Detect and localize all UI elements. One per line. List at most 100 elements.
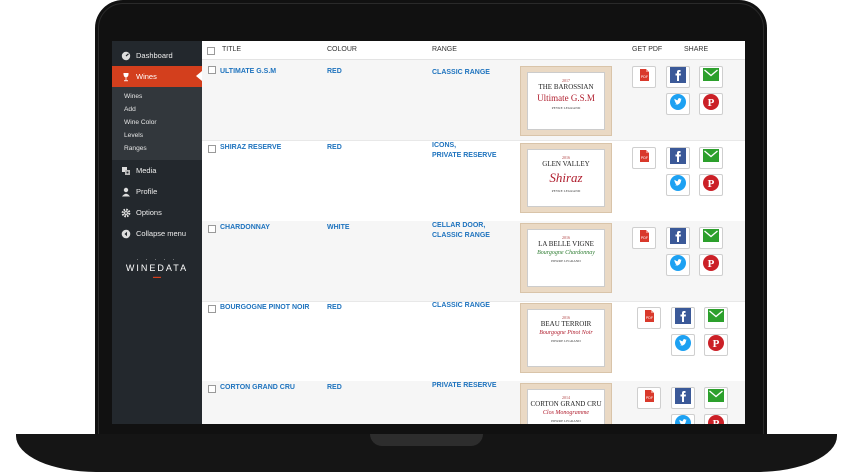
- media-icon: [120, 165, 131, 176]
- svg-text:P: P: [708, 178, 715, 190]
- label-brand: BEAU TERROIR: [540, 320, 592, 328]
- sidebar-item-options[interactable]: Options: [112, 202, 202, 223]
- email-share-button[interactable]: [699, 66, 723, 88]
- column-header-colour[interactable]: COLOUR: [327, 46, 357, 53]
- twitter-share-button[interactable]: [666, 174, 690, 196]
- wine-colour[interactable]: RED: [327, 68, 342, 75]
- column-header-get-pdf: GET PDF: [632, 46, 663, 53]
- svg-text:PDF: PDF: [641, 236, 649, 240]
- facebook-share-button[interactable]: [671, 387, 695, 409]
- twitter-icon: [675, 414, 691, 424]
- wine-colour[interactable]: RED: [327, 304, 342, 311]
- select-all-checkbox[interactable]: [207, 47, 215, 55]
- wines-submenu: Wines Add Wine Color Levels Ranges: [112, 87, 202, 160]
- sidebar-item-collapse[interactable]: Collapse menu: [112, 223, 202, 244]
- wine-colour[interactable]: RED: [327, 144, 342, 151]
- facebook-icon: [675, 387, 691, 409]
- facebook-share-button[interactable]: [666, 227, 690, 249]
- range-link[interactable]: PRIVATE RESERVE: [432, 381, 497, 391]
- wine-colour[interactable]: RED: [327, 384, 342, 391]
- email-share-button[interactable]: [704, 387, 728, 409]
- wine-title-link[interactable]: SHIRAZ RESERVE: [220, 144, 281, 151]
- row-checkbox[interactable]: [208, 385, 216, 393]
- row-checkbox[interactable]: [208, 225, 216, 233]
- pdf-button[interactable]: PDF: [637, 307, 661, 329]
- twitter-share-button[interactable]: [671, 414, 695, 424]
- pinterest-share-button[interactable]: P: [699, 174, 723, 196]
- table-row: ULTIMATE G.S.M RED CLASSIC RANGE 2017 TH…: [202, 60, 745, 141]
- dashboard-icon: [120, 50, 131, 61]
- email-share-button[interactable]: [699, 147, 723, 169]
- wine-range: CLASSIC RANGE: [432, 68, 490, 78]
- range-link[interactable]: CLASSIC RANGE: [432, 68, 490, 78]
- twitter-icon: [670, 254, 686, 276]
- email-share-button[interactable]: [704, 307, 728, 329]
- pdf-icon: PDF: [642, 389, 656, 408]
- email-share-button[interactable]: [699, 227, 723, 249]
- range-link[interactable]: CELLAR DOOR,: [432, 221, 490, 231]
- range-link[interactable]: CLASSIC RANGE: [432, 231, 490, 241]
- pinterest-share-button[interactable]: P: [704, 334, 728, 356]
- twitter-share-button[interactable]: [666, 93, 690, 115]
- pinterest-share-button[interactable]: P: [699, 254, 723, 276]
- label-brand: GLEN VALLEY: [542, 160, 590, 168]
- pdf-button[interactable]: PDF: [632, 227, 656, 249]
- table-row: SHIRAZ RESERVE RED ICONS, PRIVATE RESERV…: [202, 141, 745, 222]
- wine-label-image[interactable]: 2016 LA BELLE VIGNE Bourgogne Chardonnay…: [520, 223, 612, 293]
- submenu-item-add[interactable]: Add: [112, 103, 202, 116]
- pinterest-share-button[interactable]: P: [704, 414, 728, 424]
- row-checkbox[interactable]: [208, 66, 216, 74]
- sidebar-item-label: Options: [136, 208, 162, 217]
- wine-label-image[interactable]: 2014 CORTON GRAND CRU Clos Monogramme PI…: [520, 383, 612, 424]
- sidebar-item-profile[interactable]: Profile: [112, 181, 202, 202]
- collapse-icon: [120, 228, 131, 239]
- pdf-button[interactable]: PDF: [637, 387, 661, 409]
- wine-colour[interactable]: WHITE: [327, 224, 350, 231]
- label-wine-name: Shiraz: [549, 170, 583, 185]
- submenu-item-wine-color[interactable]: Wine Color: [112, 116, 202, 129]
- email-icon: [708, 389, 724, 407]
- wine-label-image[interactable]: 2016 GLEN VALLEY Shiraz PEYRE LEGRAND: [520, 143, 612, 213]
- label-producer: PEYRE LEGRAND: [551, 106, 581, 110]
- wine-title-link[interactable]: CHARDONNAY: [220, 224, 270, 231]
- email-icon: [703, 229, 719, 247]
- pdf-icon: PDF: [642, 309, 656, 328]
- range-link[interactable]: PRIVATE RESERVE: [432, 151, 497, 161]
- facebook-share-button[interactable]: [666, 147, 690, 169]
- range-link[interactable]: CLASSIC RANGE: [432, 301, 490, 311]
- pdf-button[interactable]: PDF: [632, 147, 656, 169]
- wine-title-link[interactable]: CORTON GRAND CRU: [220, 384, 295, 391]
- twitter-share-button[interactable]: [666, 254, 690, 276]
- row-checkbox[interactable]: [208, 305, 216, 313]
- submenu-item-wines[interactable]: Wines: [112, 90, 202, 103]
- table-row: CORTON GRAND CRU RED PRIVATE RESERVE 201…: [202, 381, 745, 424]
- wine-title-link[interactable]: BOURGOGNE PINOT NOIR: [220, 304, 309, 311]
- range-link[interactable]: ICONS,: [432, 141, 497, 151]
- submenu-item-levels[interactable]: Levels: [112, 129, 202, 142]
- twitter-share-button[interactable]: [671, 334, 695, 356]
- row-checkbox[interactable]: [208, 145, 216, 153]
- wine-label-image[interactable]: 2017 THE BAROSSIAN Ultimate G.S.M PEYRE …: [520, 66, 612, 136]
- submenu-item-ranges[interactable]: Ranges: [112, 142, 202, 155]
- facebook-share-button[interactable]: [666, 66, 690, 88]
- table-row: CHARDONNAY WHITE CELLAR DOOR, CLASSIC RA…: [202, 221, 745, 302]
- sidebar-item-media[interactable]: Media: [112, 160, 202, 181]
- pdf-button[interactable]: PDF: [632, 66, 656, 88]
- label-brand: THE BAROSSIAN: [538, 83, 594, 91]
- wine-title-link[interactable]: ULTIMATE G.S.M: [220, 68, 276, 75]
- facebook-icon: [670, 227, 686, 249]
- wine-label-image[interactable]: 2016 BEAU TERROIR Bourgogne Pinot Noir P…: [520, 303, 612, 373]
- label-brand: CORTON GRAND CRU: [530, 400, 602, 408]
- column-header-title[interactable]: TITLE: [222, 46, 241, 53]
- column-header-range[interactable]: RANGE: [432, 46, 457, 53]
- sidebar-item-wines[interactable]: Wines: [112, 66, 202, 87]
- sidebar-item-dashboard[interactable]: Dashboard: [112, 45, 202, 66]
- email-icon: [708, 309, 724, 327]
- facebook-icon: [670, 147, 686, 169]
- pinterest-icon: P: [703, 174, 719, 196]
- facebook-share-button[interactable]: [671, 307, 695, 329]
- wine-glass-icon: [120, 71, 131, 82]
- wine-range: CLASSIC RANGE: [432, 301, 490, 311]
- sidebar-item-label: Dashboard: [136, 51, 173, 60]
- pinterest-share-button[interactable]: P: [699, 93, 723, 115]
